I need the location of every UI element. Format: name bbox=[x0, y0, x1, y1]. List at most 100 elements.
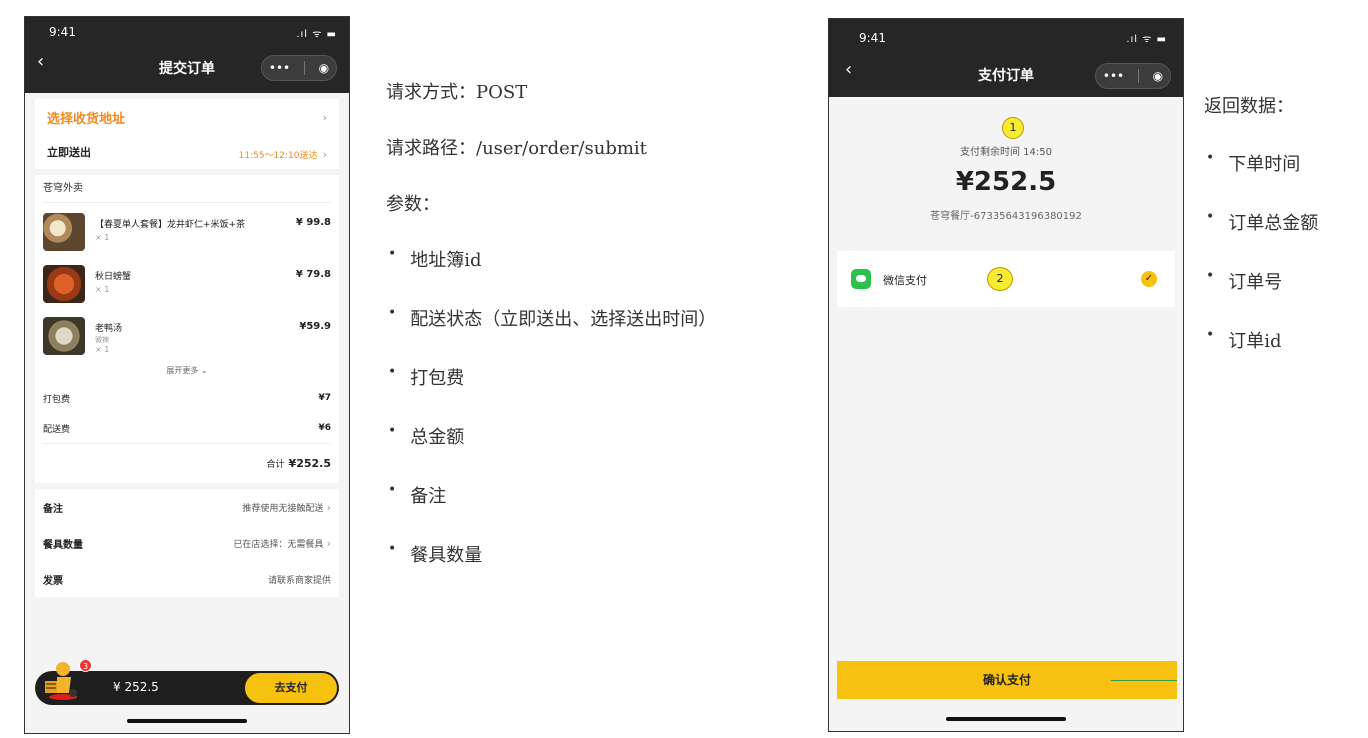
item-price: ¥59.9 bbox=[299, 321, 331, 332]
remark-value-group: 推荐使用无接触配送 › bbox=[242, 501, 331, 514]
capsule-menu[interactable]: ••• ◉ bbox=[1095, 63, 1171, 89]
order-items-card: 苍穹外卖 【春夏单人套餐】龙井虾仁+米饭+茶 × 1 ¥ 99.8 秋日螃蟹 ×… bbox=[35, 175, 339, 483]
item-price: ¥ 79.8 bbox=[295, 269, 331, 280]
list-item: • 地址簿id bbox=[386, 246, 816, 305]
remark-row[interactable]: 备注 推荐使用无接触配送 › bbox=[43, 489, 331, 525]
cart-amount: ¥ 252.5 bbox=[113, 680, 159, 694]
list-item: • 餐具数量 bbox=[386, 541, 816, 600]
wechat-pay-option[interactable]: 微信支付 2 ✓ bbox=[837, 251, 1175, 307]
item-qty: × 1 bbox=[95, 233, 110, 242]
close-target-icon[interactable]: ◉ bbox=[1153, 69, 1163, 83]
bullet-icon: • bbox=[1206, 327, 1215, 343]
submit-order-phone: 9:41 .ıl ᯤ ▬ ‹ 提交订单 ••• ◉ 选择收货地址 › 立即送出 … bbox=[24, 16, 350, 734]
bullet-icon: • bbox=[1206, 150, 1215, 166]
chevron-right-icon: › bbox=[326, 500, 331, 514]
params-title: 参数： bbox=[386, 194, 440, 215]
annotation-marker-2: 2 bbox=[987, 267, 1013, 291]
bullet-icon: • bbox=[388, 364, 397, 380]
delivery-time-row[interactable]: 立即送出 11:55～12:10送达 › bbox=[47, 135, 327, 169]
invoice-value: 请联系商家提供 bbox=[267, 575, 331, 586]
status-icons: .ıl ᯤ ▬ bbox=[1126, 34, 1167, 45]
item-name: 【春夏单人套餐】龙井虾仁+米饭+茶 bbox=[95, 220, 246, 230]
select-address-row[interactable]: 选择收货地址 › bbox=[47, 99, 327, 135]
list-item: • 订单号 bbox=[1204, 268, 1368, 327]
param-text: 配送状态（立即送出、选择送出时间） bbox=[410, 309, 717, 330]
list-item: • 配送状态（立即送出、选择送出时间） bbox=[386, 305, 816, 364]
cart-count-badge: 3 bbox=[79, 659, 92, 672]
total-label: 合计 bbox=[266, 460, 285, 470]
status-icons: .ıl ᯤ ▬ bbox=[296, 29, 337, 40]
list-item: 【春夏单人套餐】龙井虾仁+米饭+茶 × 1 ¥ 99.8 bbox=[43, 213, 331, 255]
bullet-icon: • bbox=[388, 482, 397, 498]
list-item: • 打包费 bbox=[386, 364, 816, 423]
tableware-row[interactable]: 餐具数量 已在店选择：无需餐具 › bbox=[43, 525, 331, 561]
bullet-icon: • bbox=[388, 423, 397, 439]
item-info: 秋日螃蟹 × 1 bbox=[95, 265, 296, 294]
more-icon[interactable]: ••• bbox=[269, 61, 290, 75]
wechat-icon bbox=[851, 269, 871, 289]
item-info: 【春夏单人套餐】龙井虾仁+米饭+茶 × 1 bbox=[95, 213, 296, 242]
bullet-icon: • bbox=[388, 246, 397, 262]
nav-bar: 9:41 .ıl ᯤ ▬ ‹ 提交订单 ••• ◉ bbox=[25, 17, 349, 93]
capsule-divider bbox=[303, 61, 305, 75]
list-item: • 订单总金额 bbox=[1204, 209, 1368, 268]
address-card: 选择收货地址 › 立即送出 11:55～12:10送达 › bbox=[35, 99, 339, 169]
item-name: 老鸭汤 bbox=[95, 324, 123, 334]
pay-order-phone: 9:41 .ıl ᯤ ▬ ‹ 支付订单 ••• ◉ 1 支付剩余时间 14:50… bbox=[828, 18, 1184, 732]
status-time: 9:41 bbox=[49, 25, 76, 39]
status-time: 9:41 bbox=[859, 31, 886, 45]
list-item: 秋日螃蟹 × 1 ¥ 79.8 bbox=[43, 265, 331, 307]
expand-more-button[interactable]: 展开更多 ⌄ bbox=[43, 365, 331, 383]
return-field: 订单总金额 bbox=[1228, 213, 1319, 234]
list-item: • 备注 bbox=[386, 482, 816, 541]
list-item: • 总金额 bbox=[386, 423, 816, 482]
delivery-fee-label: 配送费 bbox=[43, 424, 71, 435]
remaining-time: 支付剩余时间 14:50 bbox=[960, 147, 1052, 158]
order-extra-card: 备注 推荐使用无接触配送 › 餐具数量 已在店选择：无需餐具 › 发票 请联系商… bbox=[35, 489, 339, 597]
item-name: 秋日螃蟹 bbox=[95, 272, 132, 282]
check-icon[interactable]: ✓ bbox=[1141, 271, 1157, 287]
param-text: 备注 bbox=[410, 486, 447, 507]
remark-value: 推荐使用无接触配送 bbox=[242, 503, 324, 514]
pack-fee-row: 打包费 ¥7 bbox=[43, 383, 331, 413]
item-qty: × 1 bbox=[95, 345, 110, 354]
delivery-time: 11:55～12:10送达 bbox=[238, 150, 318, 161]
api-description: 请求方式：POST 请求路径：/user/order/submit 参数： • 地… bbox=[386, 78, 816, 600]
home-indicator bbox=[127, 719, 247, 723]
chevron-right-icon: › bbox=[322, 147, 327, 161]
go-pay-button[interactable]: 去支付 bbox=[245, 673, 337, 703]
capsule-menu[interactable]: ••• ◉ bbox=[261, 55, 337, 81]
param-text: 打包费 bbox=[410, 368, 465, 389]
tableware-value: 已在店选择：无需餐具 bbox=[233, 539, 324, 550]
home-indicator bbox=[946, 717, 1066, 721]
invoice-row: 发票 请联系商家提供 bbox=[43, 561, 331, 597]
return-description: 返回数据： • 下单时间 • 订单总金额 • 订单号 • 订单id bbox=[1204, 92, 1368, 386]
bullet-icon: • bbox=[1206, 268, 1215, 284]
pack-fee-value: ¥7 bbox=[318, 393, 331, 403]
invoice-label: 发票 bbox=[43, 575, 63, 587]
annotation-line bbox=[1111, 680, 1177, 681]
more-icon[interactable]: ••• bbox=[1103, 69, 1124, 83]
nav-bar: 9:41 .ıl ᯤ ▬ ‹ 支付订单 ••• ◉ bbox=[829, 19, 1183, 97]
close-target-icon[interactable]: ◉ bbox=[319, 61, 329, 75]
list-item: 老鸭汤 微辣 × 1 ¥59.9 bbox=[43, 317, 331, 359]
shop-name: 苍穹外卖 bbox=[43, 175, 331, 203]
dish-image bbox=[43, 213, 85, 251]
capsule-divider bbox=[1137, 69, 1139, 83]
return-field: 订单号 bbox=[1228, 272, 1283, 293]
pack-fee-label: 打包费 bbox=[43, 394, 71, 405]
return-field: 订单id bbox=[1228, 331, 1282, 352]
shop-order-number: 苍穹餐厅-67335643196380192 bbox=[930, 211, 1082, 222]
dish-image bbox=[43, 265, 85, 303]
item-price: ¥ 99.8 bbox=[295, 217, 331, 228]
param-text: 地址簿id bbox=[410, 250, 482, 271]
total-row: 合计 ¥252.5 bbox=[43, 443, 331, 483]
pay-amount: ¥252.5 bbox=[955, 167, 1057, 197]
delivery-fee-row: 配送费 ¥6 bbox=[43, 413, 331, 443]
item-qty: × 1 bbox=[95, 285, 110, 294]
tableware-value-group: 已在店选择：无需餐具 › bbox=[233, 537, 331, 550]
total-value: ¥252.5 bbox=[288, 457, 331, 470]
delivery-rider-icon[interactable] bbox=[43, 657, 79, 701]
cart-bar: 3 ¥ 252.5 去支付 bbox=[35, 659, 339, 705]
address-title: 选择收货地址 bbox=[47, 111, 126, 127]
